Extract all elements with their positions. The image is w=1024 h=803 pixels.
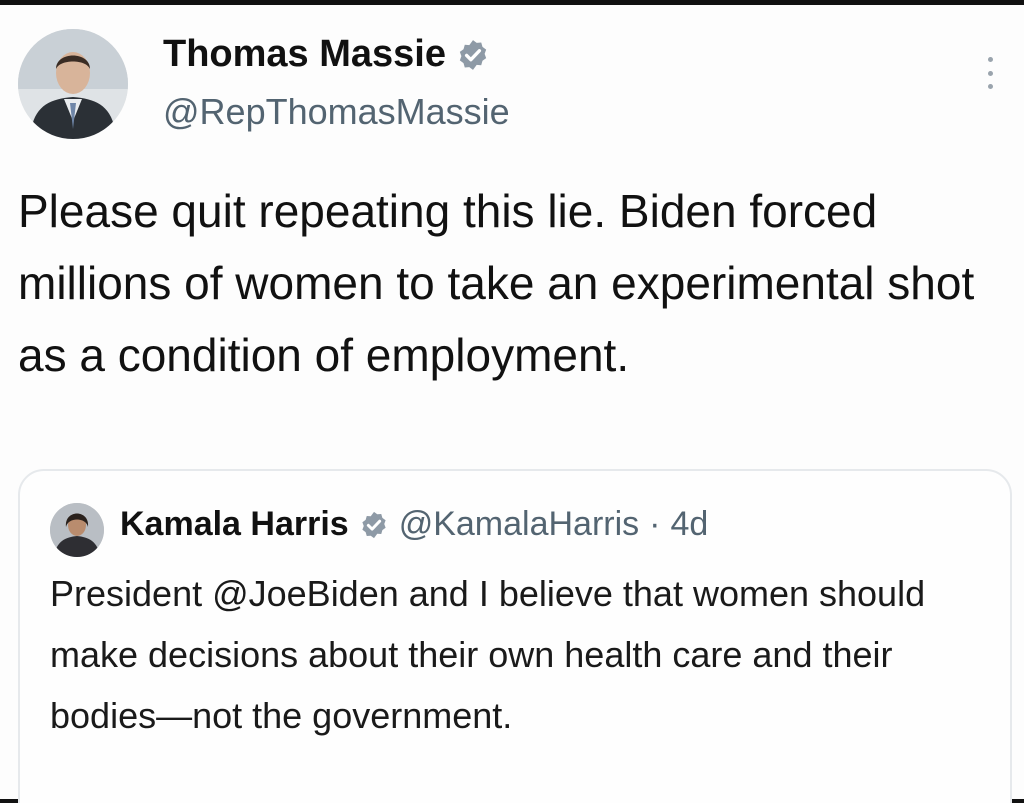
quoted-author-avatar[interactable] (50, 503, 104, 557)
quoted-author-avatar-photo (50, 503, 104, 557)
quoted-tweet-header: Kamala Harris @KamalaHarris · 4d (120, 505, 708, 544)
quoted-author-name[interactable]: Kamala Harris (120, 505, 349, 544)
quoted-tweet-timestamp[interactable]: 4d (670, 505, 708, 544)
tweet-text: Please quit repeating this lie. Biden fo… (18, 185, 988, 381)
verified-badge-icon (459, 39, 487, 70)
quoted-tweet-text: President @JoeBiden and I believe that w… (50, 573, 936, 736)
author-name[interactable]: Thomas Massie (163, 33, 446, 76)
more-options-icon[interactable] (978, 51, 1002, 95)
tweet-screenshot: Thomas Massie @RepThomasMassie Please qu… (0, 0, 1024, 803)
author-avatar-photo (18, 29, 128, 139)
author-name-row: Thomas Massie (163, 33, 490, 76)
quoted-tweet-card[interactable]: Kamala Harris @KamalaHarris · 4d Preside… (18, 469, 1012, 803)
quoted-author-handle[interactable]: @KamalaHarris (399, 505, 639, 544)
quoted-verified-badge-icon (362, 511, 386, 538)
author-handle[interactable]: @RepThomasMassie (163, 91, 510, 133)
quoted-header-separator: · (649, 505, 661, 543)
author-avatar[interactable] (18, 29, 128, 139)
